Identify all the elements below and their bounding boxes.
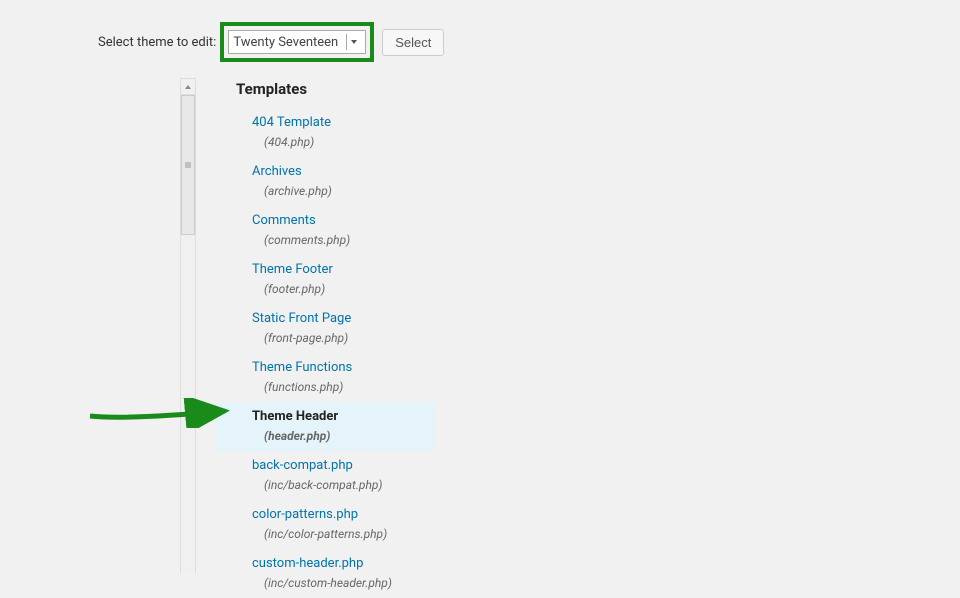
file-item[interactable]: back-compat.php (inc/back-compat.php): [216, 451, 436, 500]
file-path: (footer.php): [252, 281, 436, 298]
file-path: (inc/custom-header.php): [252, 575, 436, 592]
file-name[interactable]: Static Front Page: [252, 310, 436, 328]
file-name[interactable]: color-patterns.php: [252, 506, 436, 524]
file-list: 404 Template (404.php) Archives (archive.ph…: [216, 108, 436, 598]
file-item[interactable]: 404 Template (404.php): [216, 108, 436, 157]
file-name[interactable]: 404 Template: [252, 114, 436, 132]
section-title: Templates: [216, 80, 436, 98]
file-item[interactable]: color-patterns.php (inc/color-patterns.ph…: [216, 500, 436, 549]
file-name[interactable]: Comments: [252, 212, 436, 230]
select-theme-label: Select theme to edit:: [98, 35, 216, 50]
file-name[interactable]: Theme Footer: [252, 261, 436, 279]
file-path: (inc/color-patterns.php): [252, 526, 436, 543]
file-name[interactable]: back-compat.php: [252, 457, 436, 475]
file-item[interactable]: Archives (archive.php): [216, 157, 436, 206]
file-path: (front-page.php): [252, 330, 436, 347]
file-path: (inc/back-compat.php): [252, 477, 436, 494]
file-path: (functions.php): [252, 379, 436, 396]
file-item[interactable]: Theme Header (header.php): [216, 402, 436, 451]
scrollbar-up-icon[interactable]: [181, 79, 195, 95]
file-path: (header.php): [252, 428, 436, 445]
file-path: (archive.php): [252, 183, 436, 200]
file-path: (404.php): [252, 134, 436, 151]
top-bar: Select theme to edit: Twenty Seventeen S…: [0, 0, 960, 78]
file-name[interactable]: Theme Header: [252, 408, 436, 426]
file-item[interactable]: Theme Footer (footer.php): [216, 255, 436, 304]
dropdown-arrow-icon: [346, 34, 361, 50]
file-name[interactable]: custom-header.php: [252, 555, 436, 573]
select-button[interactable]: Select: [382, 29, 444, 56]
file-path: (comments.php): [252, 232, 436, 249]
file-name[interactable]: Archives: [252, 163, 436, 181]
main-area: Templates 404 Template (404.php) Archives (…: [0, 78, 960, 598]
file-name[interactable]: Theme Functions: [252, 359, 436, 377]
theme-select-value: Twenty Seventeen: [233, 35, 346, 50]
file-item[interactable]: Static Front Page (front-page.php): [216, 304, 436, 353]
file-panel: Templates 404 Template (404.php) Archives (…: [216, 78, 436, 598]
theme-select-highlight: Twenty Seventeen: [220, 22, 374, 62]
scroll-thumb[interactable]: [181, 95, 195, 235]
file-item[interactable]: Theme Functions (functions.php): [216, 353, 436, 402]
file-item[interactable]: custom-header.php (inc/custom-header.php): [216, 549, 436, 598]
theme-select[interactable]: Twenty Seventeen: [228, 30, 366, 54]
file-item[interactable]: Comments (comments.php): [216, 206, 436, 255]
scrollbar[interactable]: [180, 78, 196, 573]
